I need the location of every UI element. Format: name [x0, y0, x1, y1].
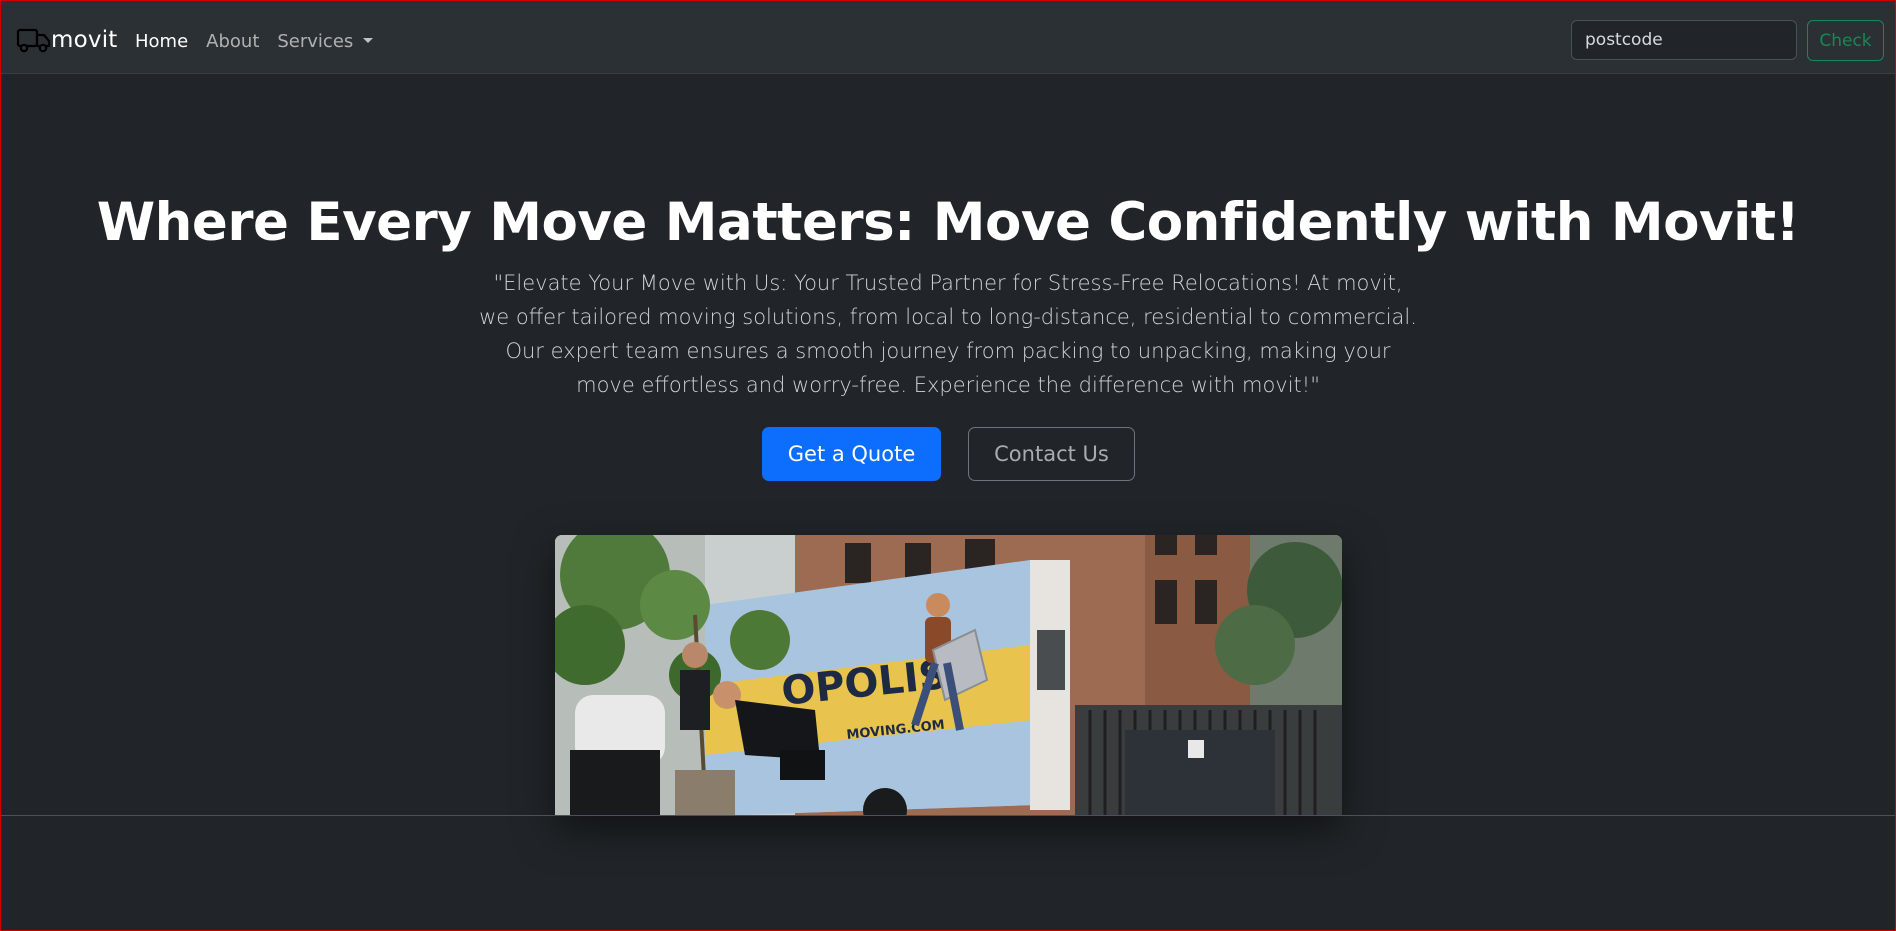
contact-us-button[interactable]: Contact Us [968, 427, 1135, 481]
nav-link-services-label: Services [277, 30, 354, 52]
nav-link-home[interactable]: Home [135, 31, 188, 52]
postcode-input[interactable] [1571, 20, 1797, 60]
nav-link-about[interactable]: About [206, 31, 259, 52]
nav-links: Home About Services [135, 29, 391, 53]
footer-divider [1, 815, 1895, 816]
truck-icon [16, 25, 51, 55]
no-parking-sign [1188, 740, 1204, 758]
nav-dropdown-services[interactable]: Services [277, 30, 374, 52]
brand-name: movit [51, 27, 118, 53]
get-quote-button[interactable]: Get a Quote [762, 427, 941, 481]
navbar: movit Home About Services Check [1, 1, 1895, 74]
caret-down-icon [363, 37, 374, 43]
check-button[interactable]: Check [1807, 20, 1884, 61]
hero-lead: "Elevate Your Move with Us: Your Trusted… [479, 271, 1417, 397]
hero-image: OPOLIS MOVING.COM [555, 535, 1342, 816]
brand-link[interactable]: movit [16, 25, 118, 55]
hero-title: Where Every Move Matters: Move Confident… [96, 192, 1800, 253]
